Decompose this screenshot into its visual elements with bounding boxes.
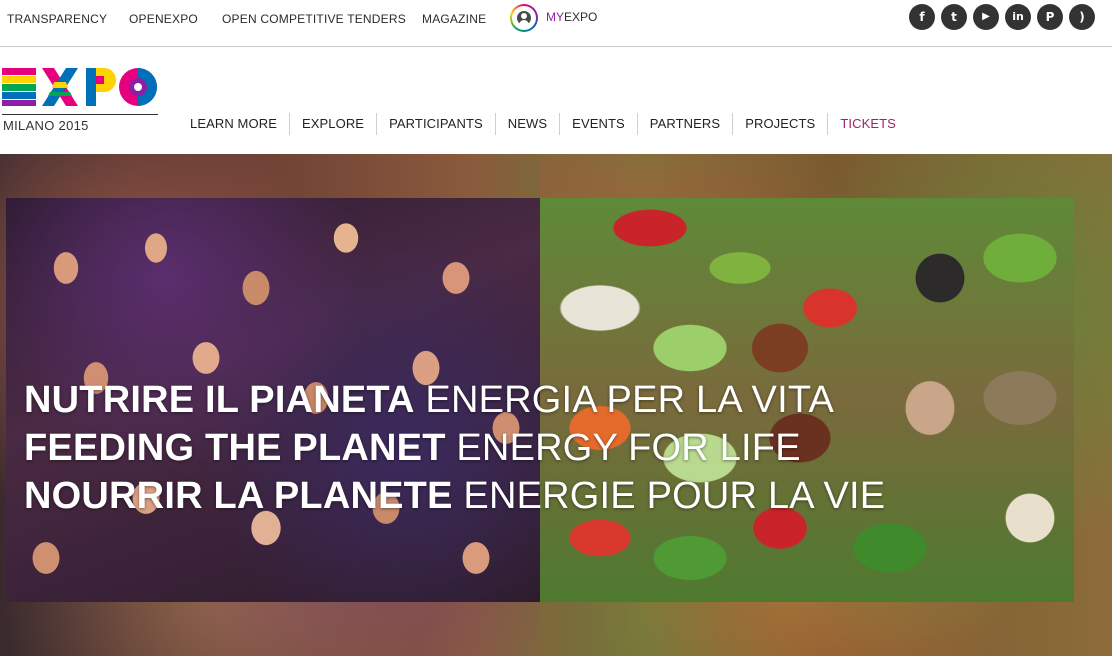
youtube-icon[interactable]: ▶ <box>973 4 999 30</box>
site-header: MILANO 2015 LEARN MORE EXPLORE PARTICIPA… <box>0 48 1112 154</box>
openexpo-link[interactable]: OPENEXPO <box>129 12 198 26</box>
myexpo-user-icon[interactable] <box>510 4 538 32</box>
tagline-line-french: NOURRIR LA PLANETE ENERGIE POUR LA VIE <box>24 472 885 520</box>
hero-banner[interactable]: NUTRIRE IL PIANETA ENERGIA PER LA VITA F… <box>0 154 1112 656</box>
myexpo-suffix: EXPO <box>564 10 598 24</box>
nav-explore[interactable]: EXPLORE <box>288 113 376 135</box>
logo-subtitle: MILANO 2015 <box>3 118 89 133</box>
nav-participants[interactable]: PARTICIPANTS <box>376 113 495 135</box>
main-nav: LEARN MORE EXPLORE PARTICIPANTS NEWS EVE… <box>178 112 908 136</box>
nav-projects[interactable]: PROJECTS <box>732 113 827 135</box>
nav-partners[interactable]: PARTNERS <box>636 113 732 135</box>
tagline-light: ENERGIA PER LA VITA <box>425 379 834 421</box>
tagline-line-italian: NUTRIRE IL PIANETA ENERGIA PER LA VITA <box>24 376 885 424</box>
open-competitive-tenders-link[interactable]: OPEN COMPETITIVE TENDERS <box>222 12 406 26</box>
tagline-bold: NUTRIRE IL PIANETA <box>24 379 415 421</box>
tagline-line-english: FEEDING THE PLANET ENERGY FOR LIFE <box>24 424 885 472</box>
pinterest-icon[interactable]: P <box>1037 4 1063 30</box>
hero-tagline: NUTRIRE IL PIANETA ENERGIA PER LA VITA F… <box>24 376 885 520</box>
linkedin-icon[interactable]: in <box>1005 4 1031 30</box>
twitter-icon[interactable]: t <box>941 4 967 30</box>
transparency-link[interactable]: TRANSPARENCY <box>7 12 107 26</box>
nav-tickets[interactable]: TICKETS <box>827 113 908 135</box>
tagline-bold: FEEDING THE PLANET <box>24 427 446 469</box>
expo-logo-graphic <box>2 68 157 106</box>
tagline-light: ENERGY FOR LIFE <box>456 427 801 469</box>
logo-divider <box>2 114 158 115</box>
myexpo-link[interactable]: MYEXPO <box>546 10 597 24</box>
nav-news[interactable]: NEWS <box>494 113 559 135</box>
expo-logo[interactable] <box>2 66 160 108</box>
nav-events[interactable]: EVENTS <box>559 113 637 135</box>
tagline-bold: NOURRIR LA PLANETE <box>24 475 453 517</box>
rss-icon[interactable]: ) <box>1069 4 1095 30</box>
tagline-light: ENERGIE POUR LA VIE <box>463 475 886 517</box>
myexpo-prefix: MY <box>546 10 564 24</box>
nav-learn-more[interactable]: LEARN MORE <box>178 113 289 135</box>
magazine-link[interactable]: MAGAZINE <box>422 12 486 26</box>
top-bar: TRANSPARENCY OPENEXPO OPEN COMPETITIVE T… <box>0 0 1112 47</box>
facebook-icon[interactable]: f <box>909 4 935 30</box>
